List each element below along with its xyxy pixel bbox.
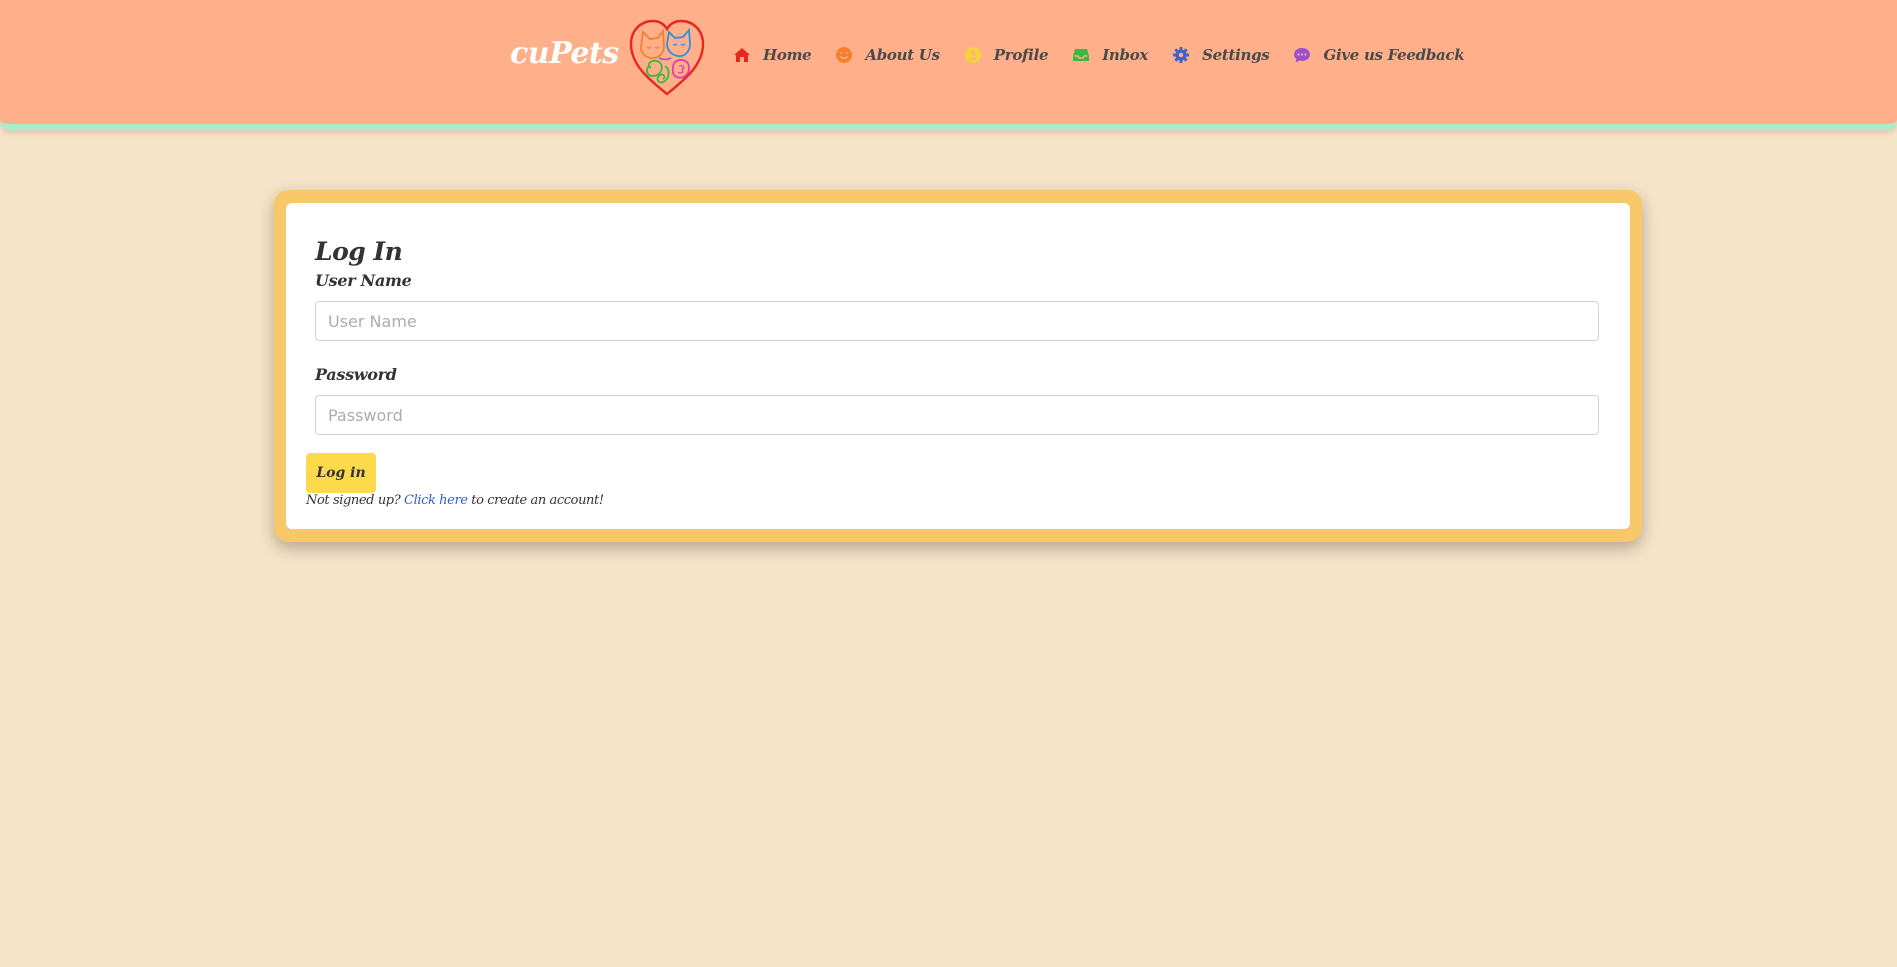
- inbox-icon: [1072, 46, 1090, 64]
- signup-link[interactable]: Click here: [404, 493, 468, 508]
- password-label: Password: [315, 365, 397, 384]
- top-navbar: cuPets Home About Us Profile Inbox Setti…: [0, 0, 1897, 130]
- username-input[interactable]: [315, 301, 1599, 341]
- username-label: User Name: [315, 271, 412, 290]
- brand-name[interactable]: cuPets: [510, 36, 619, 71]
- nav-label-feedback: Give us Feedback: [1323, 46, 1465, 64]
- heart-pets-logo-icon[interactable]: [627, 18, 707, 98]
- nav-label-settings: Settings: [1202, 46, 1270, 64]
- password-input[interactable]: [315, 395, 1599, 435]
- user-circle-icon: [964, 46, 982, 64]
- nav-item-home[interactable]: Home: [733, 46, 812, 64]
- signup-prefix-text: Not signed up?: [306, 493, 401, 508]
- nav-label-inbox: Inbox: [1102, 46, 1149, 64]
- nav-item-inbox[interactable]: Inbox: [1072, 46, 1148, 64]
- login-card-frame: Log In User Name Password Log in Not sig…: [274, 190, 1642, 542]
- smile-icon: [835, 46, 853, 64]
- signup-prompt: Not signed up? Click here to create an a…: [306, 493, 604, 508]
- nav-label-home: Home: [763, 46, 812, 64]
- login-title: Log In: [315, 237, 403, 266]
- home-icon: [733, 46, 751, 64]
- nav-item-profile[interactable]: Profile: [964, 46, 1049, 64]
- main-nav: Home About Us Profile Inbox Settings Giv…: [733, 46, 1488, 64]
- login-button[interactable]: Log in: [306, 453, 376, 493]
- signup-suffix-text: to create an account!: [471, 493, 604, 508]
- nav-label-about-us: About Us: [865, 46, 940, 64]
- gear-icon: [1172, 46, 1190, 64]
- chat-bubble-icon: [1293, 46, 1311, 64]
- nav-item-settings[interactable]: Settings: [1172, 46, 1270, 64]
- nav-item-feedback[interactable]: Give us Feedback: [1293, 46, 1465, 64]
- nav-item-about-us[interactable]: About Us: [835, 46, 940, 64]
- login-form: Log In User Name Password Log in Not sig…: [286, 203, 1630, 529]
- nav-label-profile: Profile: [993, 46, 1049, 64]
